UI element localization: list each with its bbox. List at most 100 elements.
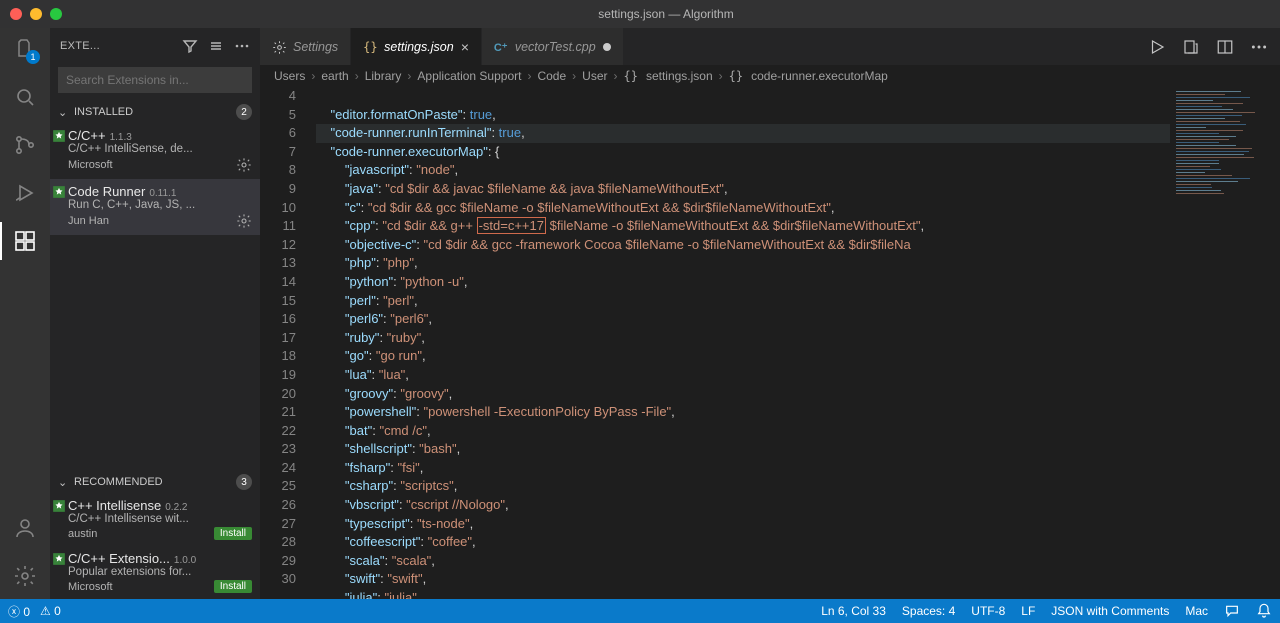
window-controls — [10, 8, 62, 20]
code-line[interactable]: "powershell": "powershell -ExecutionPoli… — [316, 403, 1170, 422]
extensions-icon[interactable] — [12, 228, 38, 254]
code-line[interactable]: "typescript": "ts-node", — [316, 515, 1170, 534]
code-line[interactable]: "ruby": "ruby", — [316, 329, 1170, 348]
zoom-window-button[interactable] — [50, 8, 62, 20]
search-extensions-input[interactable] — [58, 67, 252, 93]
manage-gear-icon[interactable] — [236, 213, 252, 229]
tab-vectortest-cpp[interactable]: C⁺ vectorTest.cpp — [482, 28, 624, 65]
install-button[interactable]: Install — [214, 580, 252, 593]
warnings-indicator[interactable]: ⚠ 0 — [40, 604, 61, 618]
code-line[interactable]: "vbscript": "cscript //Nologo", — [316, 496, 1170, 515]
encoding-indicator[interactable]: UTF-8 — [971, 604, 1005, 618]
tab-settings-json[interactable]: {} settings.json× — [351, 28, 482, 65]
search-icon[interactable] — [12, 84, 38, 110]
breadcrumb-item[interactable]: Application Support — [417, 69, 521, 83]
editor-area: Settings {} settings.json× C⁺ vectorTest… — [260, 28, 1280, 599]
cursor-position[interactable]: Ln 6, Col 33 — [821, 604, 886, 618]
dirty-indicator-icon — [603, 43, 611, 51]
gutter-line-number: 29 — [260, 552, 296, 571]
filter-icon[interactable] — [182, 38, 198, 54]
split-editor-icon[interactable] — [1216, 38, 1234, 56]
settings-gear-icon[interactable] — [12, 563, 38, 589]
errors-indicator[interactable]: ⓧ 0 — [8, 603, 30, 620]
notifications-icon[interactable] — [1256, 603, 1272, 619]
gutter-line-number: 26 — [260, 496, 296, 515]
code-line[interactable]: "cpp": "cd $dir && g++ -std=c++17 $fileN… — [316, 217, 1170, 236]
code-line[interactable]: "julia": "julia", — [316, 589, 1170, 599]
breadcrumb-item[interactable]: Code — [537, 69, 566, 83]
minimize-window-button[interactable] — [30, 8, 42, 20]
gutter-line-number: 5 — [260, 106, 296, 125]
feedback-icon[interactable] — [1224, 603, 1240, 619]
run-debug-icon[interactable] — [12, 180, 38, 206]
section-recommended-header[interactable]: ⌄ RECOMMENDED 3 — [50, 471, 260, 493]
code-line[interactable]: "perl6": "perl6", — [316, 310, 1170, 329]
code-line[interactable]: "python": "python -u", — [316, 273, 1170, 292]
breadcrumbs[interactable]: Users ›earth ›Library ›Application Suppo… — [260, 65, 1280, 87]
code-line[interactable]: "code-runner.runInTerminal": true, — [316, 124, 1170, 143]
clear-icon[interactable] — [208, 38, 224, 54]
code-line[interactable]: "shellscript": "bash", — [316, 440, 1170, 459]
gutter-line-number: 11 — [260, 217, 296, 236]
breadcrumb-item[interactable]: Users — [274, 69, 305, 83]
platform-indicator[interactable]: Mac — [1185, 604, 1208, 618]
explorer-icon[interactable]: 1 — [12, 36, 38, 62]
code-line[interactable]: "bat": "cmd /c", — [316, 422, 1170, 441]
install-button[interactable]: Install — [214, 527, 252, 540]
extension-description: Run C, C++, Java, JS, ... — [68, 199, 252, 211]
close-window-button[interactable] — [10, 8, 22, 20]
chevron-down-icon: ⌄ — [58, 106, 70, 119]
tab-label: vectorTest.cpp — [515, 40, 596, 54]
gutter-line-number: 6 — [260, 124, 296, 143]
eol-indicator[interactable]: LF — [1021, 604, 1035, 618]
braces-icon: {} — [624, 69, 638, 83]
accounts-icon[interactable] — [12, 515, 38, 541]
gutter-line-number: 7 — [260, 143, 296, 162]
code-line[interactable]: "java": "cd $dir && javac $fileName && j… — [316, 180, 1170, 199]
titlebar: settings.json — Algorithm — [0, 0, 1280, 28]
extension-version: 1.0.0 — [174, 555, 196, 566]
run-icon[interactable] — [1148, 38, 1166, 56]
extension-item[interactable]: C/C++ Extensio...1.0.0 Popular extension… — [50, 546, 260, 599]
breadcrumb-item[interactable]: settings.json — [646, 69, 713, 83]
code-line[interactable]: "groovy": "groovy", — [316, 385, 1170, 404]
code-line[interactable]: "code-runner.executorMap": { — [316, 143, 1170, 162]
code-line[interactable]: "scala": "scala", — [316, 552, 1170, 571]
code-line[interactable]: "swift": "swift", — [316, 570, 1170, 589]
code-line[interactable]: "go": "go run", — [316, 347, 1170, 366]
breadcrumb-item[interactable]: User — [582, 69, 607, 83]
more-icon[interactable] — [234, 38, 250, 54]
breadcrumb-item[interactable]: earth — [321, 69, 348, 83]
code-line[interactable]: "php": "php", — [316, 254, 1170, 273]
gutter-line-number: 15 — [260, 292, 296, 311]
minimap[interactable] — [1170, 87, 1280, 599]
indent-indicator[interactable]: Spaces: 4 — [902, 604, 955, 618]
code-line[interactable]: "lua": "lua", — [316, 366, 1170, 385]
file-type-icon: {} — [363, 40, 377, 54]
code-line[interactable]: "javascript": "node", — [316, 161, 1170, 180]
code-line[interactable]: "editor.formatOnPaste": true, — [316, 106, 1170, 125]
code-line[interactable]: "c": "cd $dir && gcc $fileName -o $fileN… — [316, 199, 1170, 218]
section-installed-header[interactable]: ⌄ INSTALLED 2 — [50, 101, 260, 123]
manage-gear-icon[interactable] — [236, 157, 252, 173]
more-icon[interactable] — [1250, 38, 1268, 56]
code-line[interactable]: "objective-c": "cd $dir && gcc -framewor… — [316, 236, 1170, 255]
breadcrumb-item[interactable]: code-runner.executorMap — [751, 69, 888, 83]
code-line[interactable]: "coffeescript": "coffee", — [316, 533, 1170, 552]
code-line[interactable]: "fsharp": "fsi", — [316, 459, 1170, 478]
close-icon[interactable]: × — [461, 39, 469, 55]
extension-badge-icon — [52, 499, 64, 511]
code-line[interactable]: "csharp": "scriptcs", — [316, 477, 1170, 496]
gutter-line-number: 9 — [260, 180, 296, 199]
extension-item[interactable]: Code Runner0.11.1 Run C, C++, Java, JS, … — [50, 179, 260, 235]
language-mode[interactable]: JSON with Comments — [1051, 604, 1169, 618]
open-changes-icon[interactable] — [1182, 38, 1200, 56]
code-line[interactable]: "perl": "perl", — [316, 292, 1170, 311]
extension-item[interactable]: C++ Intellisense0.2.2 C/C++ Intellisense… — [50, 493, 260, 546]
extension-item[interactable]: C/C++1.1.3 C/C++ IntelliSense, de... Mic… — [50, 123, 260, 179]
code-editor[interactable]: 4567891011121314151617181920212223242526… — [260, 87, 1280, 599]
breadcrumb-item[interactable]: Library — [365, 69, 402, 83]
tab-settings[interactable]: Settings — [260, 28, 351, 65]
gutter-line-number: 27 — [260, 515, 296, 534]
source-control-icon[interactable] — [12, 132, 38, 158]
